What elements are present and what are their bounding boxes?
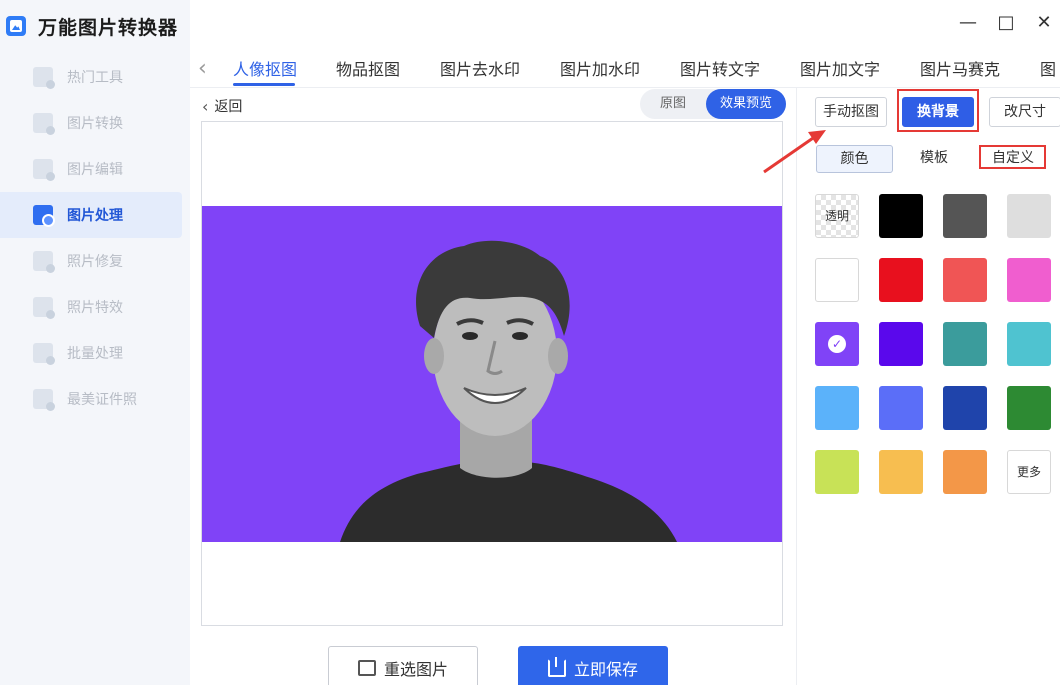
sidebar-item-label: 照片修复 <box>67 254 123 270</box>
image-convert-icon <box>33 113 55 135</box>
portrait-photo <box>202 206 782 542</box>
color-swatch[interactable] <box>1007 194 1051 238</box>
sidebar: 万能图片转换器 热门工具 图片转换 图片编辑 图片处理 照片修复 照片特效 批量… <box>0 0 190 685</box>
image-process-icon <box>33 205 55 227</box>
download-icon <box>547 657 566 677</box>
sidebar-item-label: 最美证件照 <box>67 392 137 408</box>
sidebar-item-label: 图片编辑 <box>67 162 123 178</box>
sidebar-item-image-process[interactable]: 图片处理 <box>0 192 182 238</box>
subtab-template[interactable]: 模板 <box>900 145 968 173</box>
photo-effects-icon <box>33 297 55 319</box>
color-swatch[interactable] <box>879 194 923 238</box>
resize-button[interactable]: 改尺寸 <box>989 97 1060 127</box>
tab-mosaic[interactable]: 图片马赛克 <box>920 56 1000 80</box>
preview-canvas <box>201 121 783 626</box>
color-swatch[interactable] <box>943 450 987 494</box>
app-title: 万能图片转换器 <box>38 16 179 39</box>
color-swatch[interactable] <box>879 386 923 430</box>
hot-tools-icon <box>33 67 55 89</box>
back-button[interactable]: ‹ 返回 <box>202 96 242 116</box>
color-swatch[interactable] <box>815 450 859 494</box>
save-now-button[interactable]: 立即保存 <box>518 646 668 685</box>
sidebar-item-image-convert[interactable]: 图片转换 <box>0 100 190 146</box>
sidebar-item-label: 照片特效 <box>67 300 123 316</box>
swatch-transparent[interactable]: 透明 <box>815 194 859 238</box>
color-swatch[interactable]: ✓ <box>815 322 859 366</box>
reselect-label: 重选图片 <box>383 660 448 679</box>
color-swatch[interactable] <box>943 194 987 238</box>
sidebar-item-label: 批量处理 <box>67 346 123 362</box>
image-icon <box>357 660 376 676</box>
tab-portrait-cutout[interactable]: 人像抠图 <box>233 56 297 80</box>
more-colors-button[interactable]: 更多 <box>1007 450 1051 494</box>
portrait-illustration <box>340 240 677 542</box>
app-logo-icon <box>6 16 26 36</box>
color-swatch[interactable] <box>879 322 923 366</box>
toggle-effect-preview[interactable]: 效果预览 <box>706 89 786 119</box>
sidebar-nav: 热门工具 图片转换 图片编辑 图片处理 照片修复 照片特效 批量处理 最美证件照 <box>0 54 190 422</box>
sidebar-item-hot-tools[interactable]: 热门工具 <box>0 54 190 100</box>
save-label: 立即保存 <box>573 660 638 679</box>
image-edit-icon <box>33 159 55 181</box>
tab-more-partial[interactable]: 图 <box>1040 56 1056 80</box>
photo-repair-icon <box>33 251 55 273</box>
toggle-original[interactable]: 原图 <box>642 89 704 119</box>
color-swatch[interactable] <box>1007 258 1051 302</box>
chevron-left-icon: ‹ <box>202 96 209 116</box>
sidebar-item-id-photo[interactable]: 最美证件照 <box>0 376 190 422</box>
tab-add-watermark[interactable]: 图片加水印 <box>560 56 640 80</box>
app-header: 万能图片转换器 <box>6 12 178 40</box>
color-swatch[interactable] <box>943 322 987 366</box>
sidebar-item-label: 图片转换 <box>67 116 123 132</box>
view-toggle: 原图 效果预览 <box>640 89 786 119</box>
sidebar-item-photo-effects[interactable]: 照片特效 <box>0 284 190 330</box>
tab-remove-watermark[interactable]: 图片去水印 <box>440 56 520 80</box>
tab-object-cutout[interactable]: 物品抠图 <box>336 56 400 80</box>
back-label: 返回 <box>214 99 243 115</box>
maximize-button[interactable]: □ <box>996 12 1016 33</box>
sidebar-item-image-edit[interactable]: 图片编辑 <box>0 146 190 192</box>
tool-tab-bar: ‹ 人像抠图 物品抠图 图片去水印 图片加水印 图片转文字 图片加文字 图片马赛… <box>190 48 1060 88</box>
checkmark-icon: ✓ <box>828 335 846 353</box>
sidebar-item-photo-repair[interactable]: 照片修复 <box>0 238 190 284</box>
color-swatch[interactable] <box>879 450 923 494</box>
batch-process-icon <box>33 343 55 365</box>
highlight-box <box>979 145 1046 169</box>
reselect-image-button[interactable]: 重选图片 <box>328 646 478 685</box>
tab-add-text[interactable]: 图片加文字 <box>800 56 880 80</box>
color-swatch[interactable] <box>943 258 987 302</box>
tab-image-to-text[interactable]: 图片转文字 <box>680 56 760 80</box>
id-photo-icon <box>33 389 55 411</box>
color-swatch[interactable] <box>815 386 859 430</box>
close-button[interactable]: ✕ <box>1034 12 1054 33</box>
active-tab-indicator <box>233 83 295 86</box>
tab-scroll-left-icon[interactable]: ‹ <box>198 56 207 81</box>
color-swatch[interactable] <box>1007 386 1051 430</box>
color-swatch[interactable] <box>1007 322 1051 366</box>
sidebar-item-batch-process[interactable]: 批量处理 <box>0 330 190 376</box>
color-swatch[interactable] <box>815 258 859 302</box>
sidebar-item-label: 图片处理 <box>67 208 123 224</box>
color-swatch[interactable] <box>879 258 923 302</box>
sidebar-item-label: 热门工具 <box>67 70 123 86</box>
minimize-button[interactable]: — <box>958 12 978 33</box>
color-swatch[interactable] <box>943 386 987 430</box>
highlight-box <box>897 89 979 132</box>
subtab-color[interactable]: 颜色 <box>816 145 893 173</box>
